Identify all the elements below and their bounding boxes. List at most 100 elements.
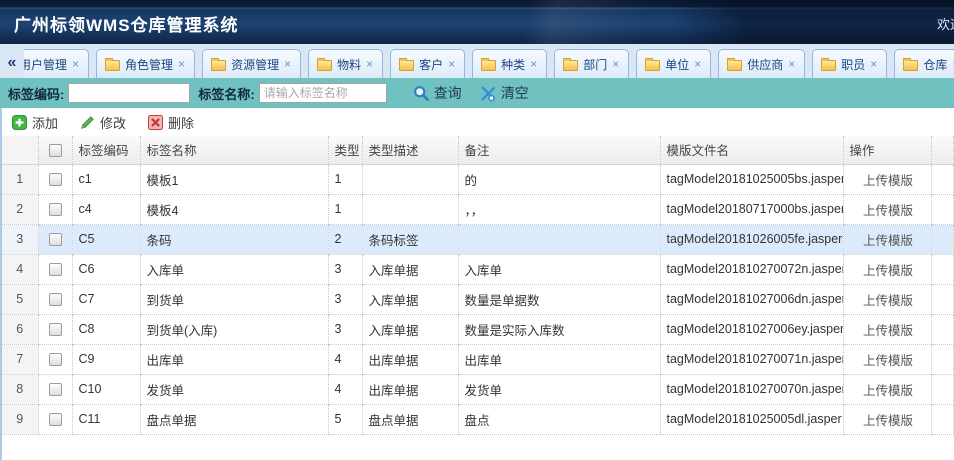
code-cell: C5 <box>72 224 140 254</box>
search-bar: 标签编码: 标签名称: 查询 清空 <box>0 78 954 108</box>
tag-name-input[interactable] <box>259 83 387 103</box>
table-row[interactable]: 4 C6 入库单 3 入库单据 入库单 tagModel201810270072… <box>2 254 954 284</box>
type-cell: 5 <box>328 404 362 434</box>
col-remark[interactable]: 备注 <box>458 136 660 164</box>
app-title: 广州标领WMS仓库管理系统 <box>14 11 239 36</box>
edit-button[interactable]: 修改 <box>80 113 126 132</box>
row-checkbox[interactable] <box>49 323 62 336</box>
tag-name-label: 标签名称: <box>198 84 254 103</box>
close-icon[interactable]: × <box>787 57 796 71</box>
tab-material[interactable]: 物料 × <box>308 49 383 78</box>
tab-label: 用户管理 <box>24 56 67 73</box>
file-cell: tagModel201810270072n.jasper <box>660 254 843 284</box>
folder-icon <box>821 60 836 71</box>
name-cell: 到货单(入库) <box>140 314 328 344</box>
row-checkbox[interactable] <box>49 173 62 186</box>
close-icon[interactable]: × <box>869 57 878 71</box>
tab-user-management[interactable]: 用户管理 × <box>24 49 89 78</box>
tab-customer[interactable]: 客户 × <box>390 49 465 78</box>
table-row[interactable]: 3 C5 条码 2 条码标签 tagModel20181026005fe.jas… <box>2 224 954 254</box>
row-checkbox[interactable] <box>49 413 62 426</box>
upload-template-link[interactable]: 上传模版 <box>863 264 913 278</box>
tag-code-input[interactable] <box>68 83 190 103</box>
file-cell: tagModel201810270071n.jasper <box>660 344 843 374</box>
clear-button[interactable]: 清空 <box>480 83 529 103</box>
tab-resource-management[interactable]: 资源管理 × <box>202 49 301 78</box>
file-cell: tagModel20181026005fe.jasper <box>660 224 843 254</box>
row-checkbox[interactable] <box>49 383 62 396</box>
rownum-cell: 3 <box>2 224 38 254</box>
search-icon <box>413 85 430 102</box>
upload-template-link[interactable]: 上传模版 <box>863 384 913 398</box>
upload-template-link[interactable]: 上传模版 <box>863 174 913 188</box>
tab-scroll-left-button[interactable]: « <box>0 48 24 78</box>
remark-cell: 的 <box>458 164 660 194</box>
add-button[interactable]: 添加 <box>12 113 58 132</box>
close-icon[interactable]: × <box>177 57 186 71</box>
row-checkbox[interactable] <box>49 203 62 216</box>
close-icon[interactable]: × <box>529 57 538 71</box>
tab-department[interactable]: 部门 × <box>554 49 629 78</box>
col-type-desc[interactable]: 类型描述 <box>362 136 458 164</box>
upload-template-link[interactable]: 上传模版 <box>863 324 913 338</box>
tab-warehouse[interactable]: 仓库 × <box>894 49 954 78</box>
close-icon[interactable]: × <box>283 57 292 71</box>
type-desc-cell: 入库单据 <box>362 254 458 284</box>
table-row[interactable]: 5 C7 到货单 3 入库单据 数量是单据数 tagModel201810270… <box>2 284 954 314</box>
row-checkbox[interactable] <box>49 233 62 246</box>
tab-label: 部门 <box>583 56 607 73</box>
row-checkbox[interactable] <box>49 293 62 306</box>
tab-role-management[interactable]: 角色管理 × <box>96 49 195 78</box>
col-filler <box>931 136 954 164</box>
table-row[interactable]: 2 c4 模板4 1 ，， tagModel20180717000bs.jasp… <box>2 194 954 224</box>
rownum-cell: 9 <box>2 404 38 434</box>
folder-icon <box>399 60 414 71</box>
app-title-bar: 广州标领WMS仓库管理系统 欢迎 <box>0 0 954 44</box>
welcome-text: 欢迎 <box>937 14 954 33</box>
folder-icon <box>105 60 120 71</box>
tab-category[interactable]: 种类 × <box>472 49 547 78</box>
type-desc-cell: 出库单据 <box>362 344 458 374</box>
close-icon[interactable]: × <box>447 57 456 71</box>
close-icon[interactable]: × <box>71 57 80 71</box>
rownum-cell: 8 <box>2 374 38 404</box>
table-row[interactable]: 7 C9 出库单 4 出库单据 出库单 tagModel201810270071… <box>2 344 954 374</box>
delete-button-label: 删除 <box>168 113 194 132</box>
upload-template-link[interactable]: 上传模版 <box>863 354 913 368</box>
col-file[interactable]: 模版文件名 <box>660 136 843 164</box>
select-all-checkbox[interactable] <box>49 144 62 157</box>
close-icon[interactable]: × <box>693 57 702 71</box>
remark-cell: 入库单 <box>458 254 660 284</box>
col-code[interactable]: 标签编码 <box>72 136 140 164</box>
close-icon[interactable]: × <box>365 57 374 71</box>
col-name[interactable]: 标签名称 <box>140 136 328 164</box>
upload-template-link[interactable]: 上传模版 <box>863 294 913 308</box>
table-row[interactable]: 6 C8 到货单(入库) 3 入库单据 数量是实际入库数 tagModel201… <box>2 314 954 344</box>
upload-template-link[interactable]: 上传模版 <box>863 204 913 218</box>
code-cell: C11 <box>72 404 140 434</box>
folder-icon <box>563 60 578 71</box>
upload-template-link[interactable]: 上传模版 <box>863 414 913 428</box>
code-cell: C9 <box>72 344 140 374</box>
table-row[interactable]: 8 C10 发货单 4 出库单据 发货单 tagModel20181027007… <box>2 374 954 404</box>
col-type[interactable]: 类型 <box>328 136 362 164</box>
grid-toolbar: 添加 修改 删除 <box>2 108 954 136</box>
tab-unit[interactable]: 单位 × <box>636 49 711 78</box>
upload-template-link[interactable]: 上传模版 <box>863 234 913 248</box>
col-op[interactable]: 操作 <box>843 136 931 164</box>
tab-label: 职员 <box>841 56 865 73</box>
tab-label: 客户 <box>419 56 443 73</box>
delete-button[interactable]: 删除 <box>148 113 194 132</box>
tab-supplier[interactable]: 供应商 × <box>718 49 805 78</box>
search-button-label: 查询 <box>434 83 462 103</box>
table-row[interactable]: 9 C11 盘点单据 5 盘点单据 盘点 tagModel20181025005… <box>2 404 954 434</box>
pencil-icon <box>80 115 95 130</box>
table-row[interactable]: 1 c1 模板1 1 的 tagModel20181025005bs.jaspe… <box>2 164 954 194</box>
type-cell: 4 <box>328 344 362 374</box>
tab-staff[interactable]: 职员 × <box>812 49 887 78</box>
rownum-cell: 7 <box>2 344 38 374</box>
row-checkbox[interactable] <box>49 353 62 366</box>
close-icon[interactable]: × <box>611 57 620 71</box>
search-button[interactable]: 查询 <box>413 83 462 103</box>
row-checkbox[interactable] <box>49 263 62 276</box>
